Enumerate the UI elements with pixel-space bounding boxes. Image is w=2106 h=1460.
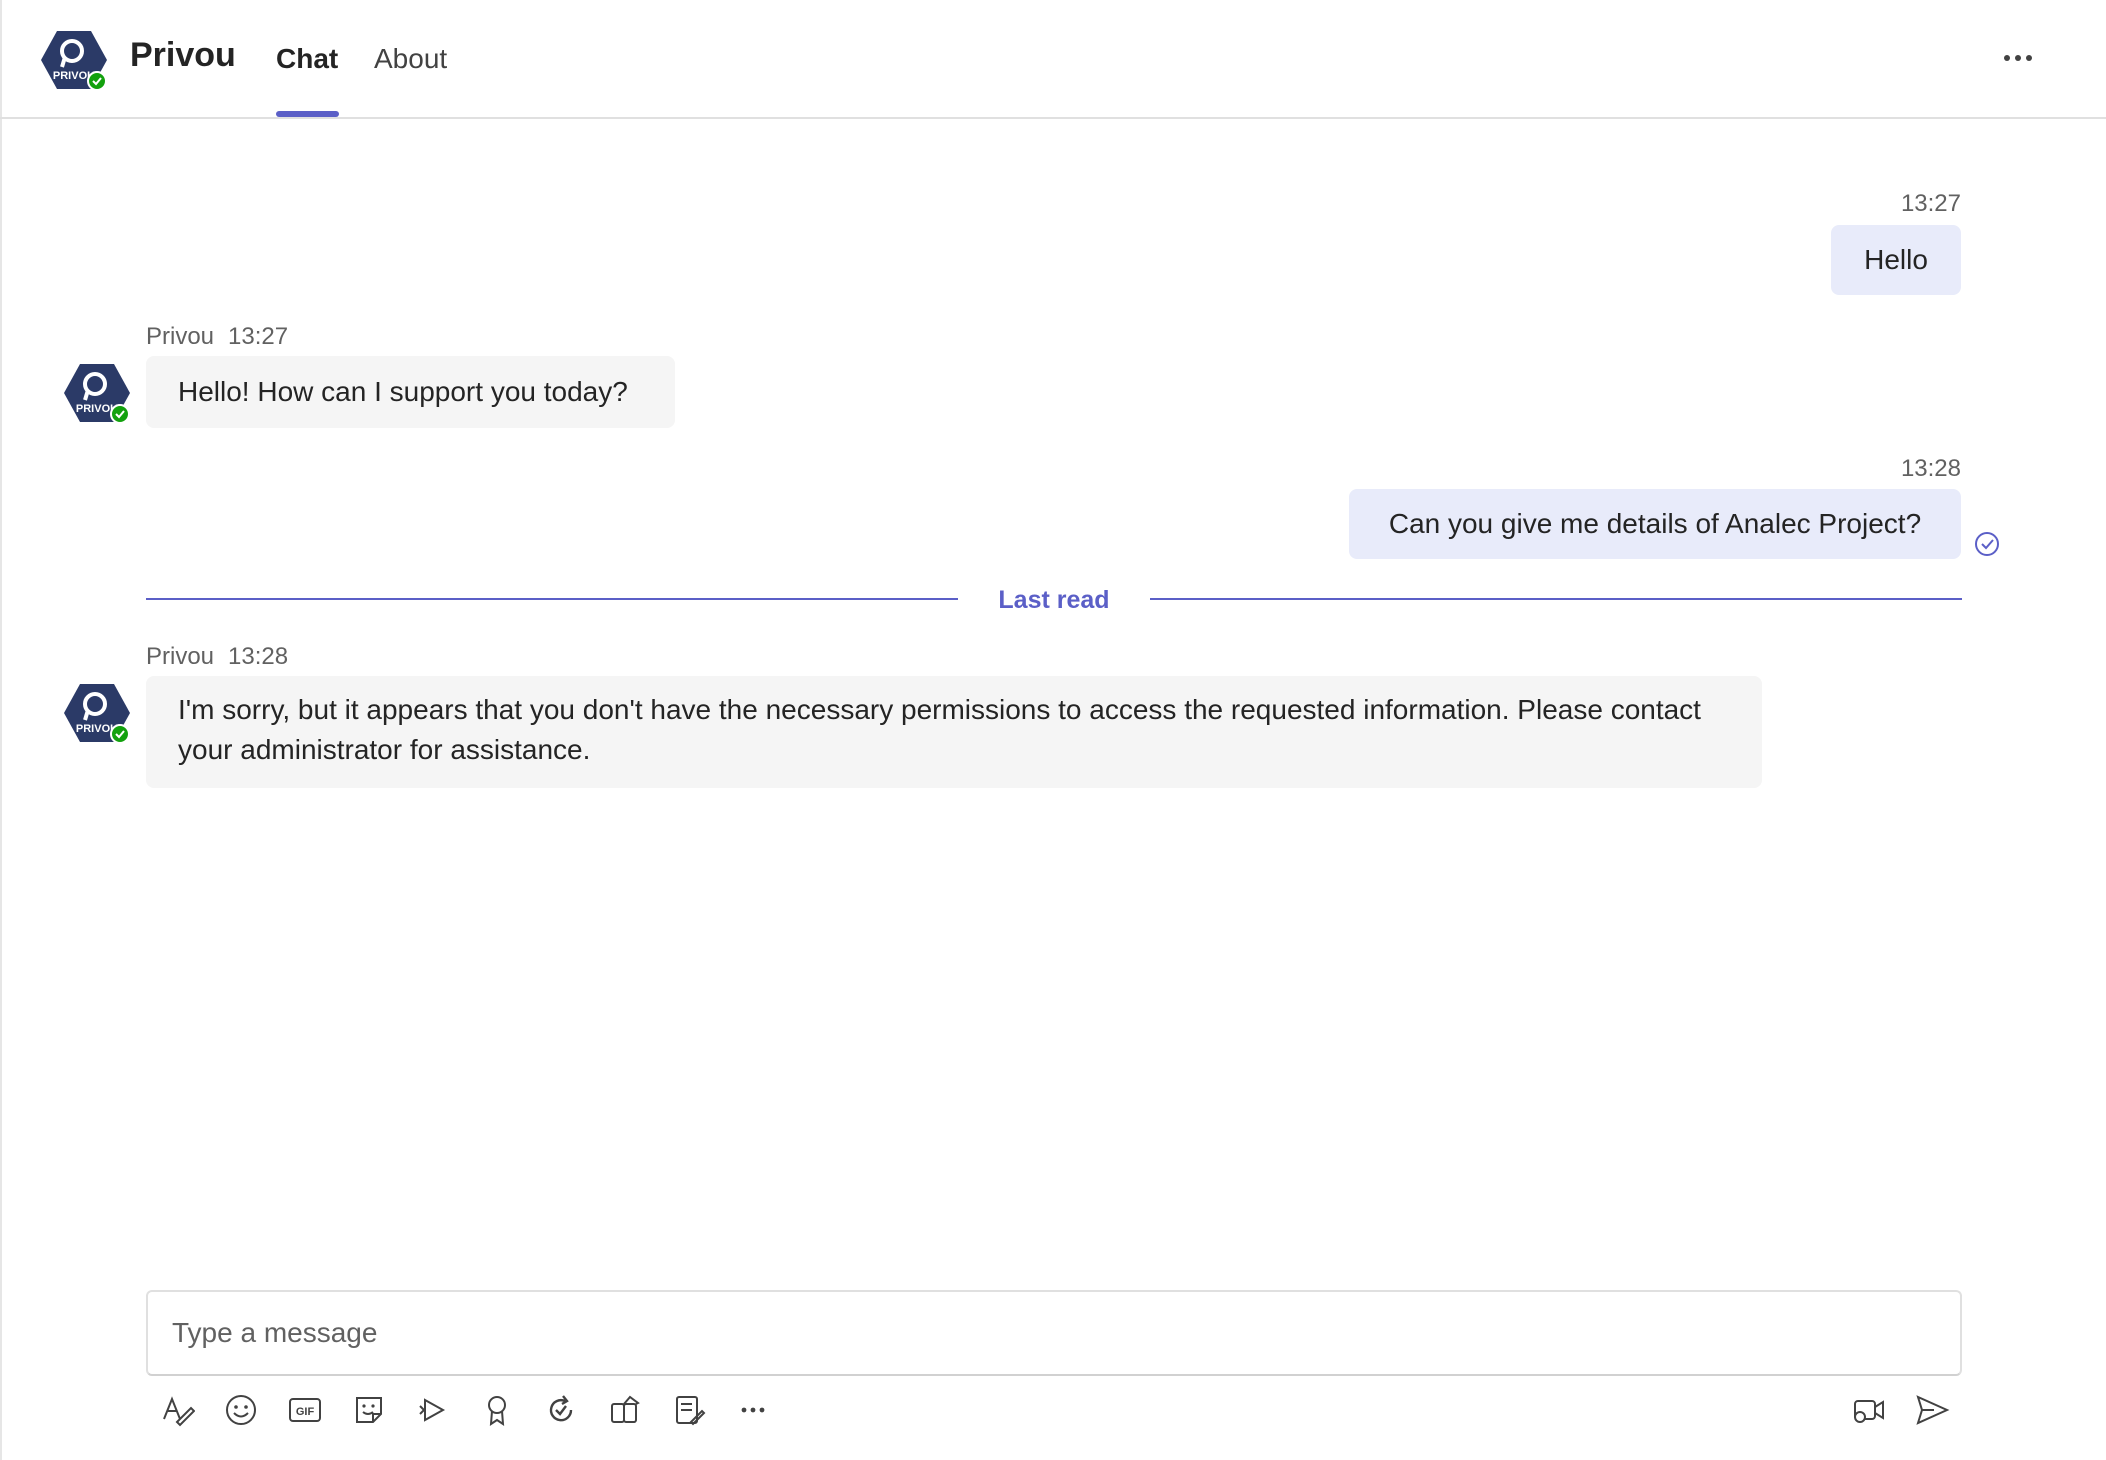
sender-name: Privou bbox=[146, 643, 215, 670]
app-title: Privou bbox=[130, 36, 236, 74]
message-timestamp: 13:28 bbox=[1900, 455, 1961, 482]
message-header: Privou 13:27 bbox=[146, 323, 288, 351]
message-text: Can you give me details of Analec Projec… bbox=[1388, 508, 1922, 539]
emoji-icon[interactable] bbox=[221, 1390, 261, 1430]
gif-icon[interactable]: GIF bbox=[285, 1390, 325, 1430]
message-text: Hello! How can I support you today? bbox=[178, 376, 628, 407]
forms-icon[interactable] bbox=[669, 1390, 709, 1430]
message-input[interactable] bbox=[148, 1292, 1960, 1374]
bot-message-bubble[interactable]: Hello! How can I support you today? bbox=[146, 356, 675, 428]
tab-about[interactable]: About bbox=[374, 43, 447, 75]
last-read-line-left bbox=[146, 598, 958, 600]
tab-chat[interactable]: Chat bbox=[276, 43, 338, 75]
sender-name: Privou bbox=[146, 323, 215, 350]
seen-check-icon bbox=[1973, 530, 2001, 558]
apps-icon[interactable] bbox=[605, 1390, 645, 1430]
message-header: Privou 13:28 bbox=[146, 643, 288, 671]
praise-icon[interactable] bbox=[477, 1390, 517, 1430]
compose-box[interactable] bbox=[146, 1290, 1962, 1376]
active-tab-indicator bbox=[276, 111, 339, 117]
stream-icon[interactable] bbox=[413, 1390, 453, 1430]
message-timestamp: 13:27 bbox=[1900, 190, 1961, 217]
my-message-bubble[interactable]: Can you give me details of Analec Projec… bbox=[1349, 489, 1961, 559]
meet-now-icon[interactable] bbox=[1848, 1390, 1888, 1430]
bot-message-bubble[interactable]: I'm sorry, but it appears that you don't… bbox=[146, 676, 1762, 788]
send-icon[interactable] bbox=[1912, 1390, 1952, 1430]
window-edge bbox=[0, 0, 2, 1460]
loop-icon[interactable] bbox=[541, 1390, 581, 1430]
bot-avatar[interactable]: PRIVOU bbox=[64, 682, 130, 744]
more-options-icon[interactable] bbox=[733, 1390, 773, 1430]
message-timestamp: 13:28 bbox=[228, 643, 289, 670]
last-read-line-right bbox=[1150, 598, 1962, 600]
message-timestamp: 13:27 bbox=[228, 323, 289, 350]
format-icon[interactable] bbox=[157, 1390, 197, 1430]
last-read-label: Last read bbox=[998, 586, 1110, 614]
sticker-icon[interactable] bbox=[349, 1390, 389, 1430]
more-horizontal-icon[interactable] bbox=[1998, 40, 2038, 76]
svg-text:GIF: GIF bbox=[296, 1406, 315, 1418]
my-message-bubble[interactable]: Hello bbox=[1831, 225, 1961, 295]
message-text: I'm sorry, but it appears that you don't… bbox=[178, 694, 1701, 765]
bot-avatar[interactable]: PRIVOU bbox=[64, 362, 130, 424]
app-avatar[interactable]: PRIVOU bbox=[41, 29, 107, 91]
message-text: Hello bbox=[1864, 244, 1928, 275]
